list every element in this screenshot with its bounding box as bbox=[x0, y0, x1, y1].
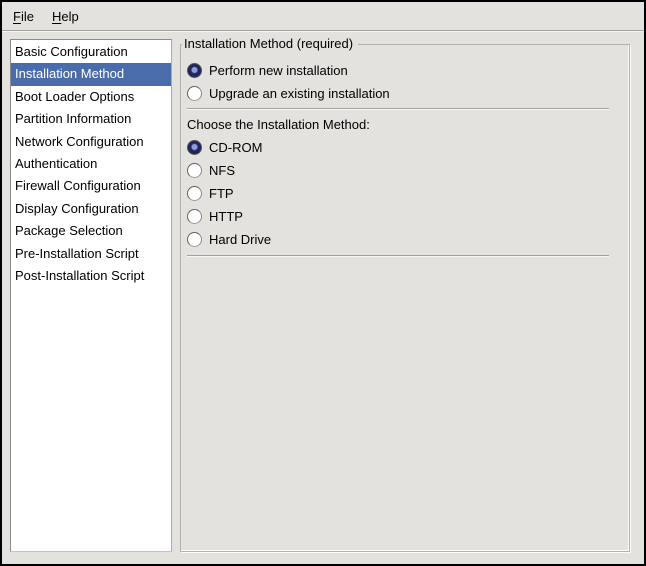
sidebar-item-boot-loader-options[interactable]: Boot Loader Options bbox=[11, 86, 171, 108]
sidebar-item-display-configuration[interactable]: Display Configuration bbox=[11, 198, 171, 220]
main-content: Basic ConfigurationInstallation MethodBo… bbox=[2, 31, 644, 564]
radio-button-nfs[interactable] bbox=[187, 163, 202, 178]
radio-label-ftp: FTP bbox=[209, 186, 234, 201]
radio-label-perform-new-installation: Perform new installation bbox=[209, 63, 348, 78]
radio-row-cd-rom[interactable]: CD-ROM bbox=[187, 136, 619, 159]
menubar: FileHelp bbox=[2, 2, 644, 31]
menu-accel: H bbox=[52, 9, 61, 24]
sidebar-item-firewall-configuration[interactable]: Firewall Configuration bbox=[11, 175, 171, 197]
install-type-radio-group: Perform new installation Upgrade an exist… bbox=[187, 59, 619, 105]
radio-button-upgrade-an-existing-installation[interactable] bbox=[187, 86, 202, 101]
separator-upper bbox=[187, 108, 609, 110]
sidebar-item-pre-installation-script[interactable]: Pre-Installation Script bbox=[11, 243, 171, 265]
radio-row-hard-drive[interactable]: Hard Drive bbox=[187, 228, 619, 251]
radio-row-http[interactable]: HTTP bbox=[187, 205, 619, 228]
menu-help[interactable]: Help bbox=[43, 2, 88, 30]
choose-method-label: Choose the Installation Method: bbox=[187, 113, 619, 136]
section-list[interactable]: Basic ConfigurationInstallation MethodBo… bbox=[10, 39, 172, 552]
radio-label-http: HTTP bbox=[209, 209, 243, 224]
radio-label-cd-rom: CD-ROM bbox=[209, 140, 262, 155]
radio-row-upgrade-an-existing-installation[interactable]: Upgrade an existing installation bbox=[187, 82, 619, 105]
method-radio-group: CD-ROM NFS FTP HTTP Hard Drive bbox=[187, 136, 619, 251]
radio-button-http[interactable] bbox=[187, 209, 202, 224]
installation-method-frame: Installation Method (required) Perform n… bbox=[180, 44, 630, 552]
frame-title: Installation Method (required) bbox=[182, 36, 358, 51]
sidebar-item-package-selection[interactable]: Package Selection bbox=[11, 220, 171, 242]
separator-lower bbox=[187, 255, 609, 257]
menu-file[interactable]: File bbox=[4, 2, 43, 30]
kickstart-configurator-window: { "menu": { "items": [ { "label": "File"… bbox=[0, 0, 646, 566]
radio-row-ftp[interactable]: FTP bbox=[187, 182, 619, 205]
sidebar-item-authentication[interactable]: Authentication bbox=[11, 153, 171, 175]
radio-button-ftp[interactable] bbox=[187, 186, 202, 201]
radio-label-nfs: NFS bbox=[209, 163, 235, 178]
radio-row-nfs[interactable]: NFS bbox=[187, 159, 619, 182]
menu-accel: F bbox=[13, 9, 21, 24]
radio-label-hard-drive: Hard Drive bbox=[209, 232, 271, 247]
radio-button-hard-drive[interactable] bbox=[187, 232, 202, 247]
sidebar-item-partition-information[interactable]: Partition Information bbox=[11, 108, 171, 130]
radio-button-cd-rom[interactable] bbox=[187, 140, 202, 155]
sidebar-item-installation-method[interactable]: Installation Method bbox=[11, 63, 171, 85]
radio-row-perform-new-installation[interactable]: Perform new installation bbox=[187, 59, 619, 82]
radio-label-upgrade-an-existing-installation: Upgrade an existing installation bbox=[209, 86, 390, 101]
radio-button-perform-new-installation[interactable] bbox=[187, 63, 202, 78]
sidebar-item-post-installation-script[interactable]: Post-Installation Script bbox=[11, 265, 171, 287]
sidebar-item-basic-configuration[interactable]: Basic Configuration bbox=[11, 41, 171, 63]
sidebar-item-network-configuration[interactable]: Network Configuration bbox=[11, 131, 171, 153]
